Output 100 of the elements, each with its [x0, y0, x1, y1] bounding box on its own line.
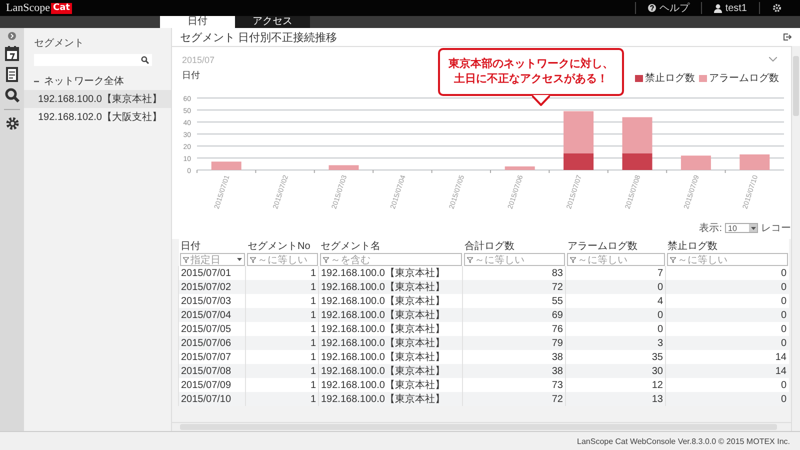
table-cell: 0: [566, 280, 666, 294]
table-cell: 69: [462, 308, 566, 322]
table-cell: 38: [462, 364, 566, 378]
exit-icon[interactable]: [783, 33, 792, 41]
table-cell: 192.168.100.0【東京本社】: [318, 322, 462, 336]
scrollbar[interactable]: [791, 46, 800, 431]
table-cell: 2015/07/03: [178, 294, 246, 308]
table-cell: 3: [566, 336, 666, 350]
table-cell: 192.168.100.0【東京本社】: [318, 308, 462, 322]
user-icon: [714, 4, 722, 12]
search-icon[interactable]: [141, 56, 149, 64]
table-cell: 192.168.100.0【東京本社】: [318, 378, 462, 392]
column-header[interactable]: セグメント名: [318, 239, 462, 253]
table-cell: 1: [246, 308, 318, 322]
column-header[interactable]: セグメントNo: [246, 239, 318, 253]
calendar-icon[interactable]: [5, 46, 19, 61]
table-cell: 83: [462, 266, 566, 280]
table-cell: 72: [462, 280, 566, 294]
filter-icon[interactable]: [322, 256, 328, 262]
search-field[interactable]: [34, 54, 152, 66]
legend-label: アラームログ数: [709, 72, 779, 85]
table-cell: 0: [666, 378, 788, 392]
table-cell: 2015/07/01: [178, 266, 246, 280]
table-cell: 0: [666, 308, 788, 322]
table-cell: 192.168.100.0【東京本社】: [318, 364, 462, 378]
table-cell: 38: [462, 350, 566, 364]
table-cell: 0: [666, 392, 788, 406]
table-cell: 1: [246, 294, 318, 308]
table-cell: 2015/07/05: [178, 322, 246, 336]
table-cell: 0: [666, 336, 788, 350]
filter-icon[interactable]: [570, 256, 576, 262]
table-cell: 192.168.100.0【東京本社】: [318, 392, 462, 406]
table-cell: 79: [462, 336, 566, 350]
page-size-select[interactable]: 10: [725, 223, 758, 233]
table-cell: 192.168.100.0【東京本社】: [318, 280, 462, 294]
table-cell: 192.168.100.0【東京本社】: [318, 336, 462, 350]
table-cell: 1: [246, 266, 318, 280]
table-cell: 192.168.100.0【東京本社】: [318, 350, 462, 364]
callout-text: 東京本部のネットワークに対し、: [448, 57, 614, 72]
table-cell: 72: [462, 392, 566, 406]
table-cell: 0: [566, 308, 666, 322]
table-cell: 2015/07/02: [178, 280, 246, 294]
table-cell: 192.168.100.0【東京本社】: [318, 266, 462, 280]
table-cell: 7: [566, 266, 666, 280]
table-cell: 1: [246, 350, 318, 364]
filter-icon[interactable]: [670, 256, 676, 262]
table-cell: 2015/07/08: [178, 364, 246, 378]
tab[interactable]: アクセス: [235, 16, 310, 28]
sidebar-title: セグメント: [34, 37, 85, 50]
table-cell: 76: [462, 322, 566, 336]
tree-item[interactable]: 192.168.102.0【大阪支社】: [24, 108, 171, 126]
table-cell: 13: [566, 392, 666, 406]
document-icon[interactable]: [6, 67, 18, 82]
table-cell: 2015/07/09: [178, 378, 246, 392]
table-cell: 0: [666, 322, 788, 336]
column-header[interactable]: アラームログ数: [566, 239, 666, 253]
page-size-label: 表示:: [699, 222, 722, 235]
collapse-icon[interactable]: [8, 32, 16, 40]
column-header[interactable]: 禁止ログ数: [666, 239, 788, 253]
tree-item[interactable]: 192.168.100.0【東京本社】: [24, 90, 171, 108]
user-menu[interactable]: test1: [701, 2, 759, 14]
page-size-suffix: レコー: [761, 222, 791, 235]
chevron-icon[interactable]: [769, 57, 777, 62]
table-cell: 14: [666, 364, 788, 378]
legend-label: 禁止ログ数: [645, 72, 695, 85]
dropdown-icon[interactable]: [236, 258, 242, 261]
table-cell: 0: [566, 322, 666, 336]
table-cell: 55: [462, 294, 566, 308]
table-cell: 2015/07/04: [178, 308, 246, 322]
help-icon: [648, 4, 656, 12]
table-cell: 30: [566, 364, 666, 378]
search-icon[interactable]: [4, 88, 20, 103]
table-cell: 4: [566, 294, 666, 308]
period-label: 2015/07: [182, 55, 215, 65]
tree-item[interactable]: ネットワーク全体: [44, 74, 124, 88]
table-cell: 0: [666, 294, 788, 308]
column-header[interactable]: 合計ログ数: [462, 239, 566, 253]
scrollbar[interactable]: [172, 422, 791, 431]
table-cell: 1: [246, 280, 318, 294]
table-cell: 1: [246, 322, 318, 336]
table-cell: 0: [666, 266, 788, 280]
table-cell: 2015/07/10: [178, 392, 246, 406]
footer-text: LanScope Cat WebConsole Ver.8.3.0.0 © 2015 MOTEX Inc.: [0, 431, 800, 450]
page-title: セグメント 日付別不正接続推移: [180, 30, 338, 44]
table-cell: 1: [246, 336, 318, 350]
column-header[interactable]: 日付: [178, 239, 246, 253]
tab[interactable]: 日付: [160, 16, 235, 28]
table-cell: 192.168.100.0【東京本社】: [318, 294, 462, 308]
table-cell: 12: [566, 378, 666, 392]
table-cell: 14: [666, 350, 788, 364]
table-cell: 0: [666, 280, 788, 294]
callout-text: 土日に不正なアクセスがある！: [454, 72, 608, 87]
table-cell: 1: [246, 364, 318, 378]
filter-icon[interactable]: [466, 256, 472, 262]
filter-icon[interactable]: [250, 256, 256, 262]
collapse-icon[interactable]: [34, 78, 39, 84]
help-link[interactable]: ヘルプ: [635, 2, 702, 14]
filter-icon[interactable]: [182, 256, 188, 262]
gear-icon[interactable]: [4, 116, 20, 131]
table-cell: 1: [246, 378, 318, 392]
